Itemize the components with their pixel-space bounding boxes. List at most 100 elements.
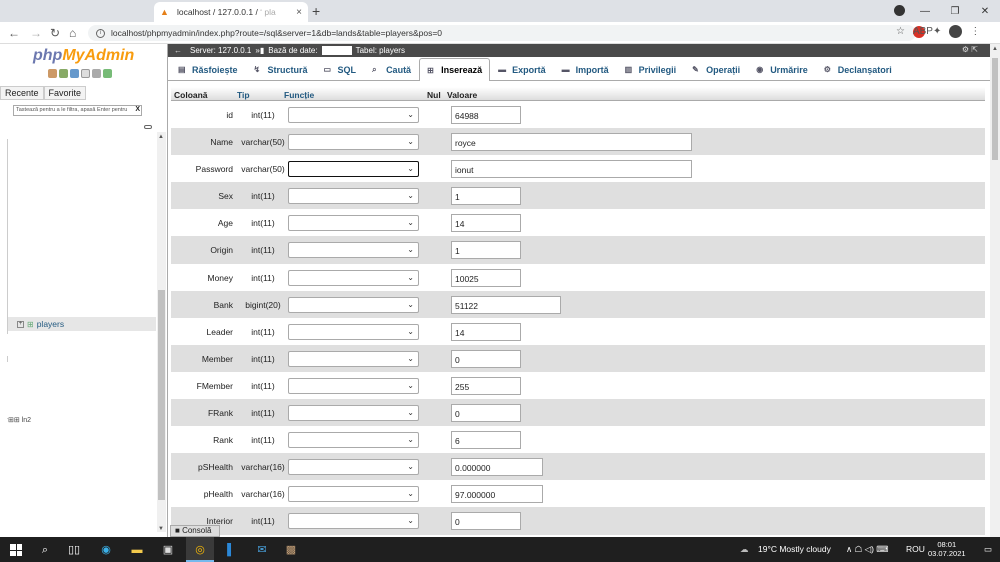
function-select[interactable]: ⌄ — [288, 188, 419, 205]
home-icon[interactable] — [48, 69, 57, 78]
function-select[interactable]: ⌄ — [288, 242, 419, 259]
scroll-up-icon[interactable]: ▲ — [158, 134, 164, 140]
store-icon[interactable]: ▣ — [161, 543, 175, 557]
language-indicator[interactable]: ROU — [906, 544, 925, 554]
value-input[interactable]: 10025 — [451, 268, 521, 287]
function-select[interactable]: ⌄ — [288, 405, 419, 422]
value-input[interactable]: 1 — [451, 241, 521, 260]
docs-icon[interactable] — [81, 69, 90, 78]
browser-tab[interactable]: ▲ localhost / 127.0.0.1 / ʻ pla × — [154, 2, 308, 22]
logout-icon[interactable] — [59, 69, 68, 78]
forward-arrow-icon[interactable]: → — [30, 25, 42, 41]
system-clock[interactable]: 08:01 03.07.2021 — [928, 540, 966, 558]
task-view-icon[interactable]: ▯▯ — [67, 543, 81, 557]
restore-icon[interactable]: ❐ — [940, 6, 970, 17]
site-info-icon[interactable]: i — [96, 28, 105, 38]
file-explorer-icon[interactable]: ▬ — [130, 543, 144, 557]
link-chain-icon[interactable] — [144, 125, 152, 129]
value-input[interactable]: 1 — [451, 187, 521, 206]
game-app-icon[interactable]: ▩ — [284, 543, 298, 557]
value-input[interactable]: royce — [451, 133, 692, 152]
function-select[interactable]: ⌄ — [288, 107, 419, 123]
function-select[interactable]: ⌄ — [288, 161, 419, 178]
tab-import[interactable]: ▬ Importă — [554, 58, 617, 80]
home-icon[interactable]: ⌂ — [69, 25, 76, 41]
console-toggle-button[interactable]: ■ Consolă — [170, 525, 220, 537]
tab-structure[interactable]: ↯ Structură — [246, 58, 316, 80]
app-blue-icon[interactable]: ▌ — [224, 543, 238, 557]
weather-icon[interactable]: ☁ — [740, 544, 749, 555]
function-select[interactable]: ⌄ — [288, 377, 419, 394]
navigation-scrollbar[interactable]: ▲ ▼ — [157, 132, 166, 532]
function-select[interactable]: ⌄ — [288, 215, 419, 232]
value-input[interactable]: 14 — [451, 322, 521, 341]
navigation-filter-input[interactable]: Tastează pentru a le filtra, apasă Enter… — [13, 105, 142, 116]
bookmark-star-icon[interactable]: ☆ — [896, 26, 905, 37]
main-scrollbar[interactable]: ▲ — [990, 44, 1000, 537]
tab-privileges[interactable]: ▥ Privilegii — [617, 58, 685, 80]
tab-insert[interactable]: ⊞ Inserează — [419, 58, 491, 81]
filter-clear-button[interactable]: X — [135, 106, 140, 113]
scroll-down-icon[interactable]: ▼ — [158, 526, 164, 532]
breadcrumb-table[interactable]: Tabel: players — [356, 46, 405, 55]
breadcrumb-database[interactable]: Bază de date: — [268, 46, 317, 55]
function-select[interactable]: ⌄ — [288, 134, 419, 151]
tab-triggers[interactable]: ⚙ Declanșatori — [816, 58, 900, 80]
expand-plus-icon[interactable]: + — [17, 320, 24, 328]
settings-gear-icon[interactable] — [92, 69, 101, 78]
phpmyadmin-logo[interactable]: phpMyAdmin — [33, 47, 134, 65]
tree-item-players[interactable]: + ⊞ players — [8, 317, 156, 331]
tray-icons[interactable]: ∧ ☖ ◁) ⌨ — [846, 544, 889, 555]
tab-search-icon[interactable] — [894, 5, 905, 16]
value-input[interactable]: 0.000000 — [451, 458, 543, 477]
settings-gear-icon[interactable]: ⚙ ⇱ — [962, 45, 978, 54]
close-window-icon[interactable]: ✕ — [970, 6, 1000, 17]
search-icon[interactable]: ⌕ — [38, 543, 52, 557]
function-select[interactable]: ⌄ — [288, 432, 419, 449]
chrome-icon[interactable]: ◎ — [193, 543, 207, 557]
tab-sql[interactable]: ▭ SQL — [316, 58, 365, 80]
mail-icon[interactable]: ✉ — [255, 543, 269, 557]
adblock-extension-icon[interactable]: ABP — [912, 25, 933, 38]
tab-favorites[interactable]: Favorite — [43, 86, 87, 100]
scroll-up-icon[interactable]: ▲ — [992, 46, 998, 52]
tab-browse[interactable]: ▤ Răsfoiește — [170, 58, 246, 80]
value-input[interactable]: 97.000000 — [451, 485, 543, 504]
function-select[interactable]: ⌄ — [288, 459, 419, 476]
value-input[interactable]: 14 — [451, 214, 521, 233]
value-input[interactable]: 0 — [451, 349, 521, 368]
reload-nav-icon[interactable] — [103, 69, 112, 78]
tab-close-icon[interactable]: × — [296, 7, 302, 18]
tab-search[interactable]: ⌕ Caută — [364, 58, 419, 80]
function-select[interactable]: ⌄ — [288, 486, 419, 503]
edge-browser-icon[interactable]: ◉ — [99, 543, 113, 557]
breadcrumb-server[interactable]: Server: 127.0.0.1 — [190, 46, 251, 55]
tab-tracking[interactable]: ◉ Urmărire — [748, 58, 816, 80]
navigation-scroll-thumb[interactable] — [158, 290, 165, 500]
reload-icon[interactable]: ↻ — [50, 25, 60, 41]
value-input[interactable]: ionut — [451, 160, 692, 179]
function-select[interactable]: ⌄ — [288, 323, 419, 340]
weather-text[interactable]: 19°C Mostly cloudy — [758, 544, 831, 554]
notifications-icon[interactable]: ▭ — [984, 544, 992, 555]
value-input[interactable]: 6 — [451, 431, 521, 450]
value-input[interactable]: 64988 — [451, 106, 521, 124]
extensions-puzzle-icon[interactable]: ✦ — [933, 26, 941, 37]
menu-dots-icon[interactable]: ⋮ — [970, 26, 980, 37]
function-select[interactable]: ⌄ — [288, 513, 419, 530]
profile-avatar[interactable] — [949, 25, 963, 38]
function-select[interactable]: ⌄ — [288, 296, 419, 313]
value-input[interactable]: 51122 — [451, 295, 561, 314]
collapse-arrow-icon[interactable]: ← — [174, 46, 182, 55]
tab-recent[interactable]: Recente — [0, 86, 44, 100]
value-input[interactable]: 0 — [451, 404, 521, 423]
windows-start-icon[interactable] — [10, 544, 22, 556]
function-select[interactable]: ⌄ — [288, 350, 419, 367]
main-scroll-thumb[interactable] — [992, 58, 998, 160]
tab-operations[interactable]: ✎ Operații — [684, 58, 748, 80]
back-arrow-icon[interactable]: ← — [8, 25, 20, 41]
minimize-icon[interactable]: — — [910, 6, 940, 17]
tree-item-ln2[interactable]: ⊞⊞ ln2 — [8, 416, 31, 424]
help-icon[interactable] — [70, 69, 79, 78]
value-input[interactable]: 255 — [451, 376, 521, 395]
